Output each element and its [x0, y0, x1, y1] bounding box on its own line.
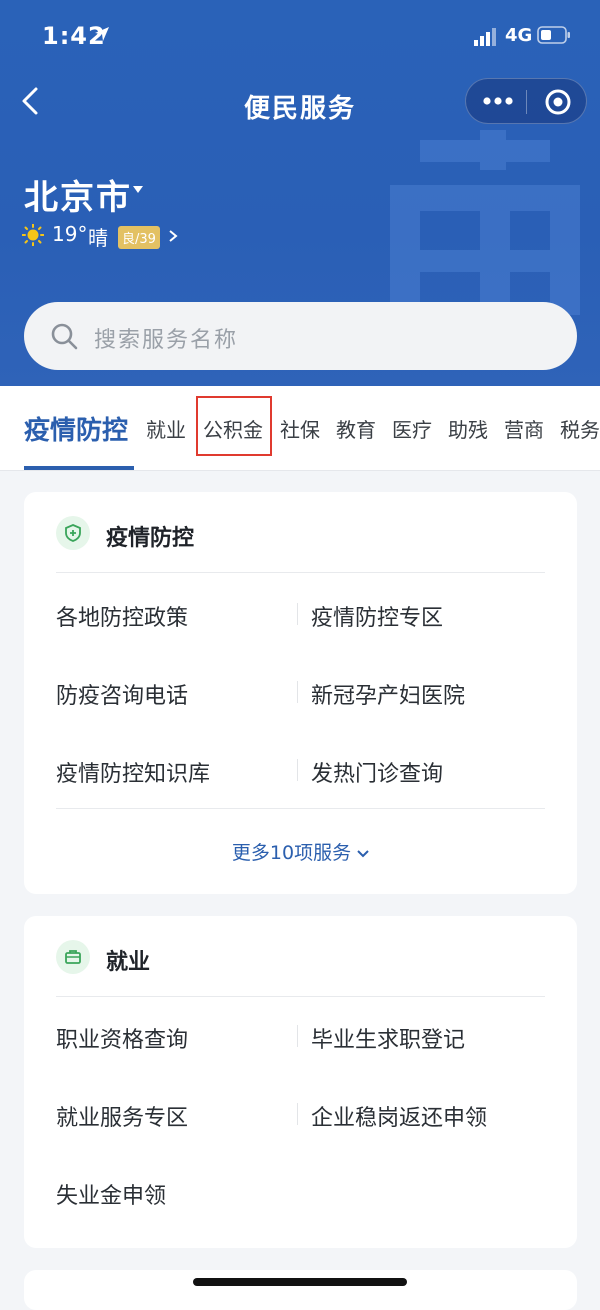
tab-disability[interactable]: 助残 — [448, 414, 488, 443]
divider — [56, 996, 545, 997]
service-item[interactable]: 企业稳岗返还申领 — [311, 1100, 487, 1132]
more-services-label: 更多10项服务 — [231, 842, 352, 864]
mini-program-capsule — [465, 78, 587, 124]
divider — [56, 808, 545, 809]
active-tab-indicator — [24, 466, 134, 470]
search-icon — [51, 323, 78, 350]
status-bar: 1:42 4G — [0, 14, 600, 54]
chevron-right-icon — [169, 230, 178, 242]
caret-down-icon[interactable] — [133, 186, 143, 194]
service-item[interactable]: 发热门诊查询 — [311, 756, 443, 788]
service-item[interactable]: 疫情防控专区 — [311, 600, 443, 632]
tab-education[interactable]: 教育 — [336, 414, 376, 443]
section-card-epidemic: 疫情防控 各地防控政策 疫情防控专区 防疫咨询电话 新冠孕产妇医院 疫情防控知识… — [24, 492, 577, 894]
more-services-button[interactable]: 更多10项服务 — [24, 838, 577, 865]
service-item[interactable]: 疫情防控知识库 — [56, 756, 210, 788]
capsule-divider — [526, 90, 527, 114]
home-indicator[interactable] — [193, 1278, 407, 1286]
service-item[interactable]: 新冠孕产妇医院 — [311, 678, 465, 710]
signal-icon — [474, 28, 496, 46]
divider — [56, 572, 545, 573]
section-icon — [56, 940, 90, 974]
service-item[interactable]: 就业服务专区 — [56, 1100, 188, 1132]
tab-medical[interactable]: 医疗 — [392, 414, 432, 443]
search-bar[interactable]: 搜索服务名称 — [24, 302, 577, 370]
search-placeholder: 搜索服务名称 — [94, 328, 239, 353]
header-banner: 1:42 4G 便民服务 北京市 19° 晴 良/39 搜索服务名称 — [0, 0, 600, 386]
nav-bar: 便民服务 — [0, 76, 600, 128]
battery-icon — [537, 26, 570, 44]
shield-icon — [65, 524, 81, 542]
aqi-badge: 良/39 — [118, 226, 160, 249]
item-separator — [297, 603, 298, 625]
service-item[interactable]: 毕业生求职登记 — [311, 1022, 465, 1054]
weather-condition: 晴 — [88, 226, 108, 250]
network-type: 4G — [505, 25, 533, 46]
sun-icon — [22, 224, 44, 246]
temperature: 19° — [52, 222, 88, 246]
tab-social-security[interactable]: 社保 — [280, 414, 320, 443]
service-item[interactable]: 各地防控政策 — [56, 600, 188, 632]
service-item[interactable]: 失业金申领 — [56, 1178, 166, 1210]
item-separator — [297, 1025, 298, 1047]
tab-epidemic[interactable]: 疫情防控 — [24, 410, 128, 447]
more-dots-icon[interactable] — [482, 93, 514, 109]
tab-employment[interactable]: 就业 — [146, 414, 186, 443]
section-card-employment: 就业 职业资格查询 毕业生求职登记 就业服务专区 企业稳岗返还申领 失业金申领 — [24, 916, 577, 1248]
service-item[interactable]: 防疫咨询电话 — [56, 678, 188, 710]
item-separator — [297, 1103, 298, 1125]
item-separator — [297, 759, 298, 781]
section-title: 就业 — [106, 950, 151, 975]
section-title: 疫情防控 — [106, 526, 195, 551]
section-card-next — [24, 1270, 577, 1310]
tab-business[interactable]: 营商 — [504, 414, 544, 443]
briefcase-icon — [65, 950, 81, 964]
building-watermark-icon — [390, 130, 580, 320]
section-icon — [56, 516, 90, 550]
city-selector[interactable]: 北京市 — [24, 170, 132, 219]
target-icon[interactable] — [544, 88, 572, 116]
chevron-down-icon — [357, 849, 369, 857]
highlight-box — [196, 396, 272, 456]
tab-tax[interactable]: 税务 — [560, 414, 600, 443]
category-tabs: 疫情防控 就业 公积金 社保 教育 医疗 助残 营商 税务 — [0, 386, 600, 471]
location-arrow-icon — [95, 27, 109, 41]
item-separator — [297, 681, 298, 703]
service-item[interactable]: 职业资格查询 — [56, 1022, 188, 1054]
